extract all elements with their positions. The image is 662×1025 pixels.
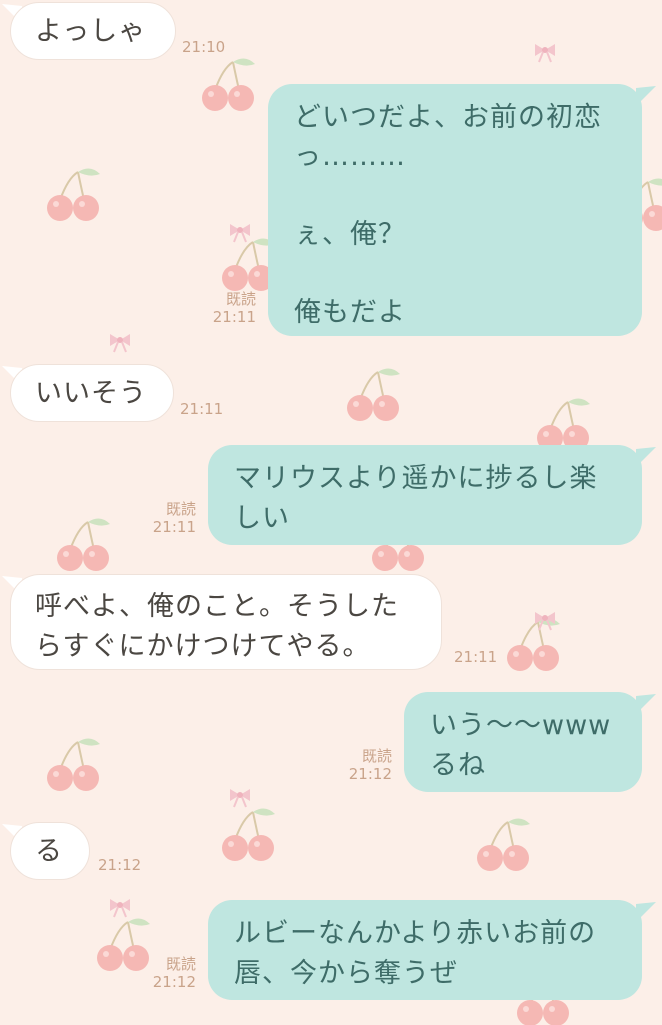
message-meta: 21:11 xyxy=(454,648,508,666)
message-meta: 21:12 xyxy=(98,856,152,874)
outgoing-message-bubble[interactable]: どいつだよ、お前の初恋 っ……… ぇ、俺？ 俺もだよ xyxy=(268,84,642,336)
message-time: 21:10 xyxy=(182,38,226,56)
message-time: 21:11 xyxy=(454,648,498,666)
incoming-message-bubble[interactable]: 呼べよ、俺のこと。そうした らすぐにかけつけてやる。 xyxy=(10,574,442,670)
read-receipt: 既読 xyxy=(361,747,392,765)
message-meta: 既読 21:11 xyxy=(140,500,196,536)
bubble-tail xyxy=(636,902,656,922)
incoming-message-bubble[interactable]: いいそう xyxy=(10,364,174,422)
message-row: 既読 21:11 どいつだよ、お前の初恋 っ……… ぇ、俺？ 俺もだよ xyxy=(0,84,662,340)
read-receipt: 既読 xyxy=(165,955,196,973)
message-time: 21:12 xyxy=(152,973,196,991)
bubble-tail xyxy=(636,694,656,714)
read-receipt: 既読 xyxy=(225,290,256,308)
incoming-message-bubble[interactable]: る xyxy=(10,822,90,880)
message-time: 21:11 xyxy=(152,518,196,536)
message-row: いいそう 21:11 xyxy=(0,362,662,428)
message-time: 21:11 xyxy=(180,400,224,418)
bubble-tail xyxy=(636,447,656,467)
message-row: 既読 21:11 マリウスより遥かに捗るし楽 しい xyxy=(0,445,662,549)
message-row: る 21:12 xyxy=(0,820,662,886)
outgoing-message-bubble[interactable]: いう〜〜www るね xyxy=(404,692,642,792)
message-meta: 21:10 xyxy=(182,38,236,56)
incoming-message-bubble[interactable]: よっしゃ xyxy=(10,2,176,60)
message-row: 既読 21:12 いう〜〜www るね xyxy=(0,692,662,796)
message-row: 呼べよ、俺のこと。そうした らすぐにかけつけてやる。 21:11 xyxy=(0,572,662,672)
message-time: 21:12 xyxy=(348,765,392,783)
message-meta: 21:11 xyxy=(180,400,234,418)
bubble-tail xyxy=(636,86,656,106)
outgoing-message-bubble[interactable]: ルビーなんかより赤いお前の 唇、今から奪うぜ xyxy=(208,900,642,1000)
message-time: 21:12 xyxy=(98,856,142,874)
message-meta: 既読 21:12 xyxy=(140,955,196,991)
message-row: 既読 21:12 ルビーなんかより赤いお前の 唇、今から奪うぜ xyxy=(0,900,662,1004)
message-meta: 既読 21:11 xyxy=(200,290,256,326)
chat-screen[interactable]: よっしゃ 21:10 既読 21:11 どいつだよ、お前の初恋 っ……… ぇ、俺… xyxy=(0,0,662,1025)
message-row: よっしゃ 21:10 xyxy=(0,0,662,70)
message-time: 21:11 xyxy=(212,308,256,326)
outgoing-message-bubble[interactable]: マリウスより遥かに捗るし楽 しい xyxy=(208,445,642,545)
read-receipt: 既読 xyxy=(165,500,196,518)
message-meta: 既読 21:12 xyxy=(336,747,392,783)
